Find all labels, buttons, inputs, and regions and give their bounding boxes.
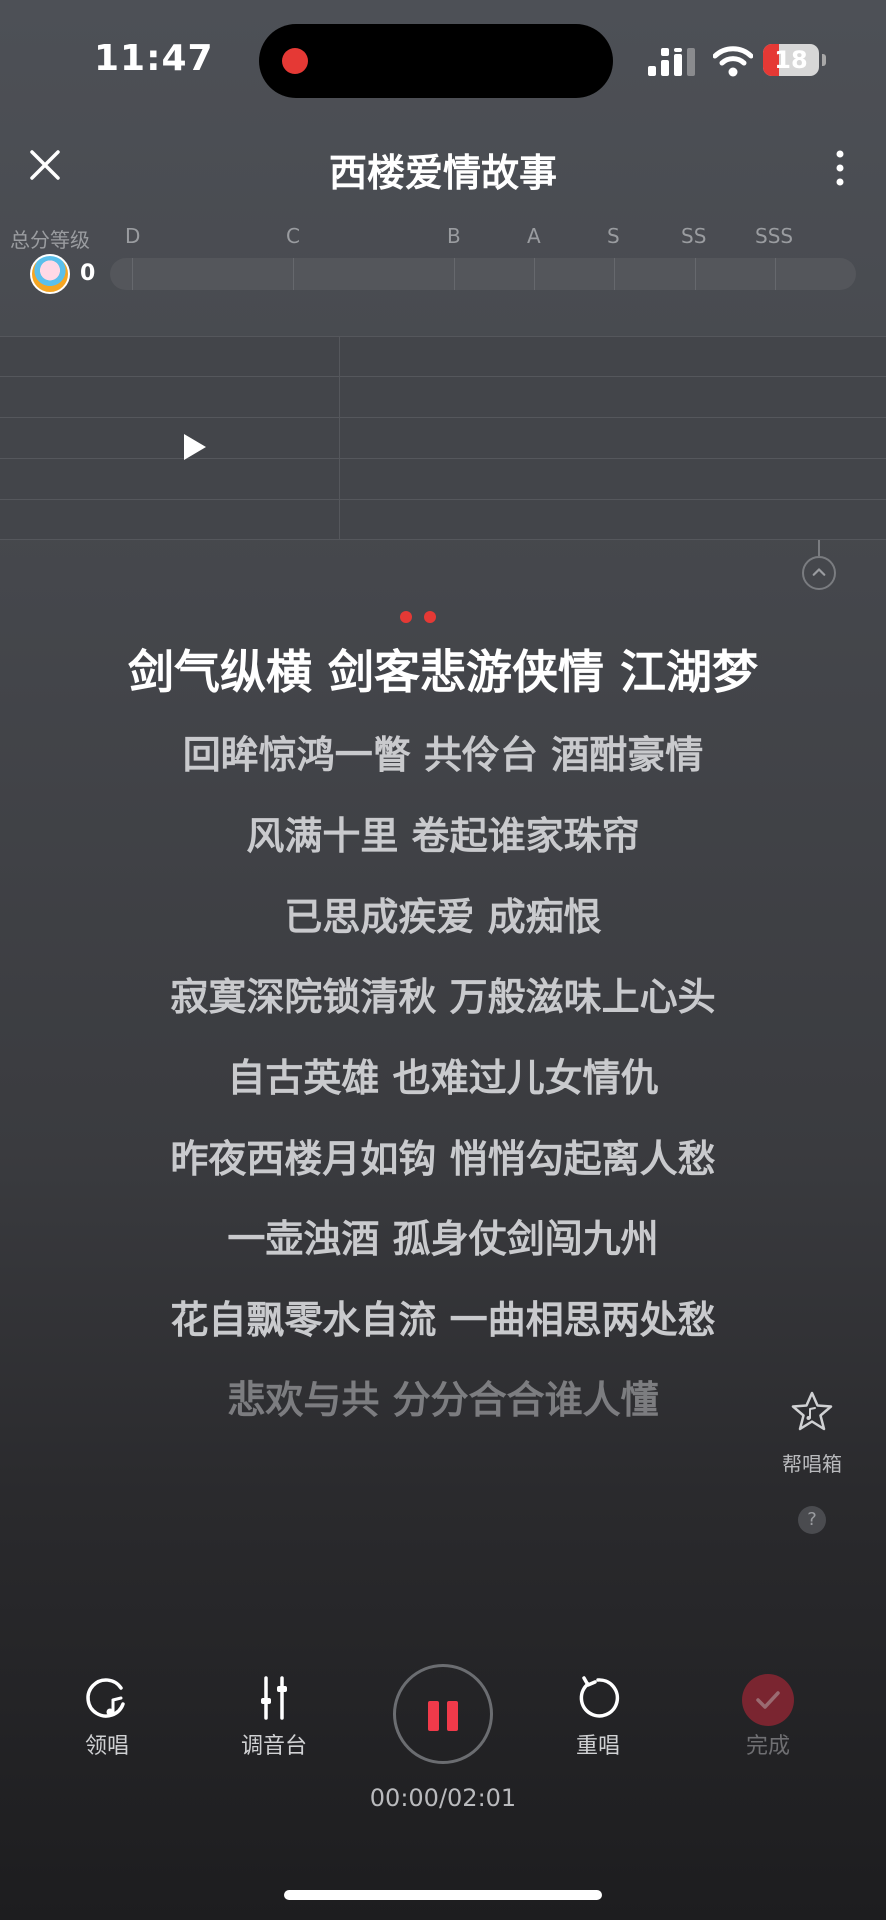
more-vertical-icon[interactable] [830, 148, 850, 188]
lead-vocal-icon[interactable] [83, 1674, 131, 1722]
home-indicator[interactable] [284, 1890, 602, 1900]
playback-timer: 00:00/02:01 [369, 1784, 517, 1812]
status-time: 11:47 [94, 38, 214, 79]
lyric-line: 回眸惊鸿一瞥 共伶台 酒酣豪情 [182, 733, 704, 777]
battery-icon: 18 [763, 44, 819, 76]
grade-progress-track [110, 258, 856, 290]
battery-tip [822, 54, 826, 66]
helper-star-icon[interactable] [790, 1390, 834, 1434]
pause-button[interactable] [393, 1664, 493, 1764]
countdown-dot [424, 611, 436, 623]
pause-icon [447, 1701, 458, 1731]
lyric-line: 一壶浊酒 孤身仗剑闯九州 [227, 1217, 659, 1261]
close-icon[interactable] [26, 146, 64, 184]
mixer-icon[interactable] [250, 1674, 298, 1722]
lead-vocal-label[interactable]: 领唱 [47, 1728, 167, 1760]
chevron-up-icon[interactable] [802, 556, 836, 590]
avatar [30, 254, 70, 294]
grade-level-d: D [125, 224, 141, 248]
score-value: 0 [80, 261, 96, 286]
cellular-signal-icon [648, 48, 695, 76]
grade-level-sss: SSS [755, 224, 794, 248]
grade-level-a: A [527, 224, 541, 248]
countdown-dot [400, 611, 412, 623]
lyric-line: 悲欢与共 分分合合谁人懂 [227, 1378, 659, 1422]
battery-level: 18 [774, 46, 808, 74]
lyric-line: 昨夜西楼月如钩 悄悄勾起离人愁 [170, 1137, 716, 1181]
grade-title: 总分等级 [10, 228, 90, 252]
restart-label[interactable]: 重唱 [538, 1728, 658, 1760]
lyric-line: 已思成疾爱 成痴恨 [284, 895, 602, 939]
collapse-connector [818, 540, 820, 556]
pause-icon [428, 1701, 439, 1731]
done-label[interactable]: 完成 [708, 1728, 828, 1760]
done-button[interactable] [742, 1674, 794, 1726]
lyric-line: 花自飘零水自流 一曲相思两处愁 [170, 1298, 716, 1342]
wifi-icon [713, 46, 753, 77]
dynamic-island [259, 24, 613, 98]
grade-level-b: B [447, 224, 461, 248]
grade-level-s: S [607, 224, 620, 248]
lyric-line: 寂寞深院锁清秋 万般滋味上心头 [170, 975, 716, 1019]
helper-box-label[interactable]: 帮唱箱 [770, 1448, 854, 1477]
song-title: 西楼爱情故事 [328, 151, 557, 195]
grade-level-ss: SS [681, 224, 707, 248]
lyric-current-line: 剑气纵横 剑客悲游侠情 江湖梦 [127, 645, 759, 699]
grade-level-c: C [286, 224, 300, 248]
recording-dot-icon [282, 48, 308, 74]
lyric-line: 风满十里 卷起谁家珠帘 [246, 814, 640, 858]
lyric-line: 自古英雄 也难过儿女情仇 [227, 1056, 659, 1100]
mixer-label[interactable]: 调音台 [214, 1728, 334, 1760]
restart-icon[interactable] [574, 1674, 622, 1722]
pitch-guide [0, 336, 886, 540]
check-icon [756, 1691, 780, 1709]
play-position-icon [184, 434, 206, 460]
help-question-icon[interactable]: ? [798, 1506, 826, 1534]
